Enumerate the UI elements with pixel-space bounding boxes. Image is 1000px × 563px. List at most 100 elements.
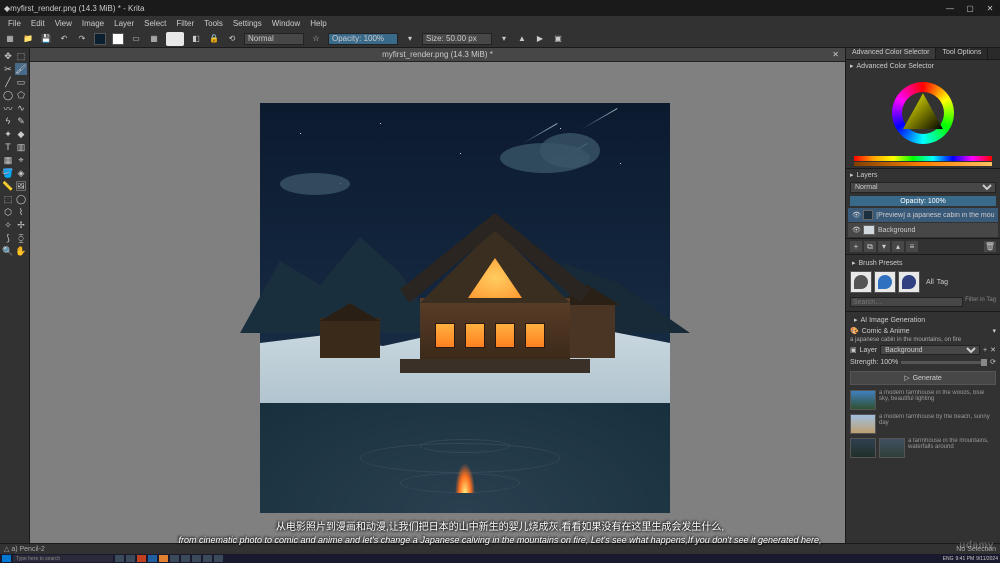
move-up-button[interactable]: ▴ (892, 241, 904, 252)
gradient-icon[interactable]: ▭ (130, 33, 142, 45)
menu-edit[interactable]: Edit (27, 19, 49, 28)
blend-mode-select[interactable]: Normal (244, 33, 304, 45)
taskbar-app[interactable] (115, 555, 124, 562)
polygon-tool[interactable]: ⬠ (15, 89, 27, 101)
mirror-v-icon[interactable]: ▶ (534, 33, 546, 45)
transform-tool[interactable]: ⬚ (15, 50, 27, 62)
menu-file[interactable]: File (4, 19, 25, 28)
brush-tool[interactable]: 🖌 (15, 63, 27, 75)
close-button[interactable]: ✕ (984, 4, 996, 13)
taskbar-tray[interactable]: ENG 9:41 PM 9/11/2024 (943, 556, 998, 562)
expand-icon[interactable]: ▸ (852, 259, 856, 267)
ai-history-item[interactable]: a farmhouse in the mountains, waterfalls… (850, 436, 996, 460)
fg-color-swatch[interactable] (94, 33, 106, 45)
move-tool[interactable]: ✥ (2, 50, 14, 62)
rect-tool[interactable]: ▭ (15, 76, 27, 88)
tab-tool-options[interactable]: Tool Options (936, 48, 988, 59)
shade-slider[interactable] (854, 162, 992, 167)
canvas-area[interactable]: myfirst_render.png (14.3 MiB) * ✕ (30, 48, 845, 543)
assistant-tool[interactable]: ◈ (15, 167, 27, 179)
ai-history-item[interactable]: a modern farmhouse in the woods, blue sk… (850, 388, 996, 412)
ai-layer-select[interactable]: Background (880, 345, 980, 355)
generate-button[interactable]: ▷ Generate (850, 371, 996, 385)
menu-image[interactable]: Image (78, 19, 108, 28)
ai-refresh-button[interactable]: ⟳ (990, 358, 996, 366)
size-dropdown-icon[interactable]: ▾ (498, 33, 510, 45)
taskbar-app[interactable] (192, 555, 201, 562)
brush-preset-icon[interactable] (166, 32, 184, 46)
layer-item-preview[interactable]: 👁 [Preview] a japanese cabin in the moun… (848, 208, 998, 222)
alpha-lock-icon[interactable]: 🔒 (208, 33, 220, 45)
ellipse-select-tool[interactable]: ◯ (15, 193, 27, 205)
gradient-tool[interactable]: ▥ (15, 141, 27, 153)
edit-shape-tool[interactable]: ◆ (15, 128, 27, 140)
ai-prompt-text[interactable]: a japanese cabin in the mountains, on fi… (850, 336, 996, 344)
dynamic-tool[interactable]: ✎ (15, 115, 27, 127)
hue-slider[interactable] (854, 156, 992, 161)
menu-view[interactable]: View (51, 19, 76, 28)
tab-color-selector[interactable]: Advanced Color Selector (846, 48, 936, 59)
zoom-tool[interactable]: 🔍 (2, 245, 14, 257)
poly-select-tool[interactable]: ⬡ (2, 206, 14, 218)
expand-icon[interactable]: ▸ (850, 171, 854, 179)
menu-tools[interactable]: Tools (200, 19, 227, 28)
contig-select-tool[interactable]: ✧ (2, 219, 14, 231)
expand-icon[interactable]: ▸ (850, 62, 854, 70)
bezier-tool[interactable]: ∿ (15, 102, 27, 114)
ellipse-tool[interactable]: ◯ (2, 89, 14, 101)
opacity-field[interactable]: Opacity: 100% (328, 33, 398, 45)
canvas-image[interactable] (260, 103, 670, 513)
pattern-tool[interactable]: ▦ (2, 154, 14, 166)
layer-menu-button[interactable]: ≡ (906, 241, 918, 252)
freehand-tool[interactable]: ϟ (2, 115, 14, 127)
wrap-icon[interactable]: ▣ (552, 33, 564, 45)
ai-history-item[interactable]: a modern farmhouse by the beach, sunny d… (850, 412, 996, 436)
pattern-icon[interactable]: ▦ (148, 33, 160, 45)
layer-blend-select[interactable]: Normal (850, 182, 996, 193)
color-sliders[interactable] (846, 154, 1000, 168)
mirror-h-icon[interactable]: ▲ (516, 33, 528, 45)
size-field[interactable]: Size: 50.00 px (422, 33, 492, 45)
ai-strength-slider[interactable] (901, 361, 987, 364)
color-picker-tool[interactable]: ⌖ (15, 154, 27, 166)
color-wheel[interactable] (846, 72, 1000, 154)
menu-select[interactable]: Select (140, 19, 170, 28)
measure-tool[interactable]: 📏 (2, 180, 14, 192)
taskbar-app[interactable] (181, 555, 190, 562)
brush-preset[interactable] (874, 271, 896, 293)
open-doc-icon[interactable]: 📁 (22, 33, 34, 45)
taskbar-app[interactable] (214, 555, 223, 562)
taskbar-app[interactable] (137, 555, 146, 562)
brush-tag-label[interactable]: Tag (937, 279, 948, 286)
menu-settings[interactable]: Settings (229, 19, 266, 28)
reference-tool[interactable]: 🖼 (15, 180, 27, 192)
polyline-tool[interactable]: 〰 (2, 102, 14, 114)
brush-all-label[interactable]: All (926, 279, 934, 286)
menu-layer[interactable]: Layer (110, 19, 138, 28)
brush-preset[interactable] (898, 271, 920, 293)
taskbar-search[interactable]: Type here to search (13, 555, 113, 562)
maximize-button[interactable]: ▢ (964, 4, 976, 13)
start-button[interactable] (2, 555, 11, 562)
opacity-dropdown-icon[interactable]: ▾ (404, 33, 416, 45)
layer-item-background[interactable]: 👁 Background (848, 223, 998, 237)
pan-tool[interactable]: ✋ (15, 245, 27, 257)
similar-select-tool[interactable]: ✢ (15, 219, 27, 231)
brush-filter-label[interactable]: Filter in Tag (965, 297, 996, 307)
delete-layer-button[interactable]: 🗑 (984, 241, 996, 252)
undo-icon[interactable]: ↶ (58, 33, 70, 45)
document-tab[interactable]: myfirst_render.png (14.3 MiB) * ✕ (30, 48, 845, 62)
add-layer-button[interactable]: + (850, 241, 862, 252)
line-tool[interactable]: ╱ (2, 76, 14, 88)
free-select-tool[interactable]: ⌇ (15, 206, 27, 218)
taskbar-app[interactable] (203, 555, 212, 562)
menu-filter[interactable]: Filter (172, 19, 198, 28)
ai-style-label[interactable]: Comic & Anime (862, 328, 910, 335)
text-tool[interactable]: T (2, 141, 14, 153)
layer-opacity-slider[interactable]: Opacity: 100% (850, 196, 996, 206)
crop-tool[interactable]: ✂ (2, 63, 14, 75)
brush-preset[interactable] (850, 271, 872, 293)
menu-window[interactable]: Window (268, 19, 304, 28)
eraser-toggle-icon[interactable]: ◧ (190, 33, 202, 45)
move-down-button[interactable]: ▾ (878, 241, 890, 252)
